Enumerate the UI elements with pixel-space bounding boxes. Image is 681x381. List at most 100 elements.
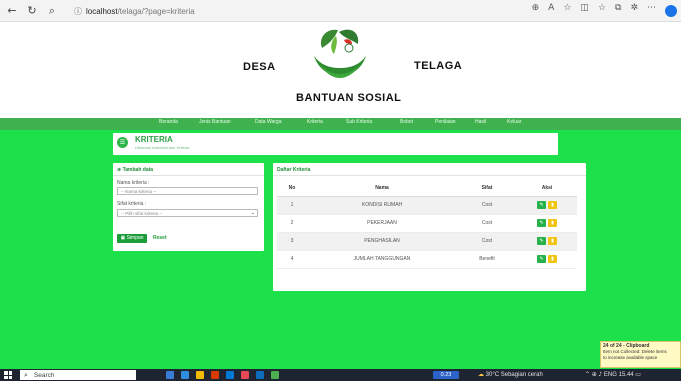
cell-no: 2	[277, 214, 307, 233]
back-icon[interactable]: ←	[4, 3, 20, 19]
table-row: 4 JUMLAH TANGGUNGAN Benefit ✎ ▮	[277, 250, 577, 269]
system-tray: ⌃ ⊕ ♪ ENG 15.44 ▭	[585, 370, 641, 380]
app-icon[interactable]	[241, 371, 249, 379]
tray-chevron-icon[interactable]: ⌃	[585, 371, 590, 378]
cell-no: 3	[277, 232, 307, 251]
notification-icon[interactable]: ▭	[635, 371, 641, 378]
sifat-label: Sifat kriteria :	[117, 201, 147, 207]
col-header-no: No	[277, 181, 307, 197]
office-icon[interactable]	[211, 371, 219, 379]
nav-item-kriteria[interactable]: Kriteria	[307, 119, 346, 125]
sifat-select-value: -- Pilih sifat kriteria --	[121, 211, 163, 216]
nav-item-data-warga[interactable]: Data Warga	[255, 119, 307, 125]
brand-subtitle: BANTUAN SOSIAL	[296, 92, 402, 104]
cell-nama: PENGHASILAN	[307, 232, 457, 251]
col-header-aksi: Aksi	[517, 181, 577, 197]
nav-item-penilaian[interactable]: Penilaian	[435, 119, 475, 125]
table-row: 3 PENGHASILAN Cost ✎ ▮	[277, 232, 577, 251]
nav-item-keluar[interactable]: Keluar	[507, 119, 537, 125]
nav-item-hasil[interactable]: Hasil	[475, 119, 507, 125]
page-title-card: ☰ KRITERIA Halaman Administrator Kriteri…	[113, 133, 558, 155]
profile-icon[interactable]	[665, 5, 677, 17]
nav-item-beranda[interactable]: Beranda	[159, 119, 199, 125]
table-row: 1 KONDISI RUMAH Cost ✎ ▮	[277, 196, 577, 215]
vscode-icon[interactable]	[256, 371, 264, 379]
chevron-down-icon: ⌄	[250, 210, 255, 216]
save-button[interactable]: ▣ Simpan	[117, 234, 147, 243]
clipboard-toast[interactable]: 24 of 24 - Clipboard Item not Collected:…	[600, 341, 681, 368]
nav-item-jenis-bantuan[interactable]: Jenis Bantuan	[199, 119, 255, 125]
cell-sifat: Cost	[457, 214, 517, 233]
refresh-icon[interactable]: ↻	[24, 3, 40, 19]
main-nav: Beranda Jenis Bantuan Data Warga Kriteri…	[0, 118, 681, 130]
edge-icon[interactable]	[181, 371, 189, 379]
url-path: /telaga/?page=kriteria	[117, 6, 195, 16]
weather-widget[interactable]: ☁ 30°C Sebagian cerah	[478, 370, 543, 380]
delete-icon[interactable]: ▮	[548, 219, 557, 227]
criteria-table: No Nama Sifat Aksi 1 KONDISI RUMAH Cost …	[277, 181, 577, 269]
page-title: KRITERIA	[135, 135, 173, 144]
collections-icon[interactable]: ⧉	[615, 3, 621, 17]
taskbar-badge[interactable]: 0.23	[433, 371, 459, 379]
cell-nama: JUMLAH TANGGUNGAN	[307, 250, 457, 269]
file-explorer-icon[interactable]	[196, 371, 204, 379]
read-aloud-icon[interactable]: A	[548, 3, 554, 17]
split-screen-icon[interactable]: ◫	[580, 3, 589, 17]
nama-input[interactable]: -- Nama kriteria --	[117, 187, 258, 195]
delete-icon[interactable]: ▮	[548, 201, 557, 209]
col-header-sifat: Sifat	[457, 181, 517, 197]
add-form-card: ⊕ Tambah data Nama kriteria : -- Nama kr…	[113, 163, 264, 251]
edit-icon[interactable]: ✎	[537, 237, 546, 245]
store-icon[interactable]	[226, 371, 234, 379]
brand-right: TELAGA	[414, 60, 463, 72]
more-icon[interactable]: ⋯	[647, 3, 656, 17]
task-view-icon[interactable]	[166, 371, 174, 379]
url-host: localhost	[86, 6, 118, 16]
search-icon[interactable]: ⌕	[44, 3, 60, 19]
windows-start-icon[interactable]	[4, 371, 12, 379]
divider	[113, 175, 264, 176]
cell-sifat: Cost	[457, 196, 517, 215]
browser-actions: ⊕ A ☆ ◫ ☆ ⧉ ✲ ⋯	[532, 3, 677, 17]
edit-icon[interactable]: ✎	[537, 201, 546, 209]
taskbar: ⌕ Search 0.23 ☁ 30°C Sebagian cerah ⌃ ⊕ …	[0, 369, 681, 381]
cell-sifat: Benefit	[457, 250, 517, 269]
extensions-icon[interactable]: ✲	[630, 3, 638, 17]
delete-icon[interactable]: ▮	[548, 255, 557, 263]
table-row: 2 PEKERJAAN Cost ✎ ▮	[277, 214, 577, 233]
reset-button[interactable]: Reset	[153, 234, 167, 243]
list-icon: ☰	[117, 137, 128, 148]
plus-circle-icon: ⊕	[117, 167, 122, 173]
nama-label: Nama kriteria :	[117, 180, 150, 186]
cell-aksi: ✎ ▮	[517, 214, 577, 233]
volume-icon[interactable]: ♪	[598, 371, 602, 378]
form-heading: ⊕ Tambah data	[117, 167, 153, 173]
sifat-select[interactable]: -- Pilih sifat kriteria -- ⌄	[117, 209, 258, 217]
table-heading: Daftar Kriteria	[277, 167, 311, 173]
logo	[314, 29, 366, 78]
browser-toolbar: ← ↻ ⌕ ⓘ localhost/telaga/?page=kriteria …	[0, 0, 681, 22]
site-header: DESA TELAGA BANTUAN SOSIAL	[0, 22, 681, 118]
nav-item-bobot[interactable]: Bobot	[400, 119, 435, 125]
favorites-bar-icon[interactable]: ☆	[598, 3, 606, 17]
cell-aksi: ✎ ▮	[517, 196, 577, 215]
zoom-icon[interactable]: ⊕	[532, 3, 540, 17]
taskbar-search[interactable]: ⌕ Search	[20, 370, 136, 380]
chrome-icon[interactable]	[271, 371, 279, 379]
clock[interactable]: 15.44	[619, 372, 634, 378]
cell-nama: KONDISI RUMAH	[307, 196, 457, 215]
edit-icon[interactable]: ✎	[537, 255, 546, 263]
nav-item-sub-kriteria[interactable]: Sub Kriteria	[346, 119, 400, 125]
info-icon[interactable]: ⓘ	[74, 6, 86, 17]
favorite-icon[interactable]: ☆	[563, 3, 571, 17]
address-bar[interactable]: ⓘ localhost/telaga/?page=kriteria	[74, 3, 534, 19]
network-icon[interactable]: ⊕	[592, 371, 597, 378]
divider	[273, 175, 586, 176]
cell-no: 1	[277, 196, 307, 215]
form-heading-text: Tambah data	[122, 167, 154, 173]
cell-aksi: ✎ ▮	[517, 232, 577, 251]
edit-icon[interactable]: ✎	[537, 219, 546, 227]
delete-icon[interactable]: ▮	[548, 237, 557, 245]
cell-no: 4	[277, 250, 307, 269]
language-indicator[interactable]: ENG	[604, 372, 617, 378]
